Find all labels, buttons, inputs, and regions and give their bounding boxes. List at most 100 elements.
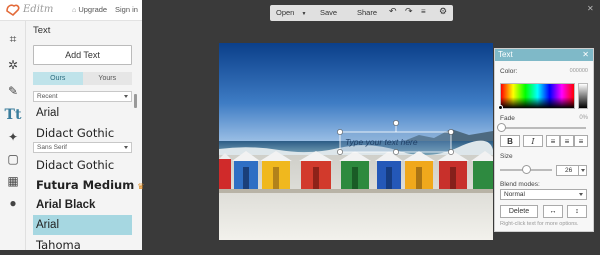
category-font-select[interactable]: Sans Serif <box>33 142 132 153</box>
seasonal-icon: ● <box>9 196 17 210</box>
recent-font-select[interactable]: Recent <box>33 91 132 102</box>
font-option[interactable]: Arial <box>33 103 132 123</box>
text-icon: Tt <box>4 107 22 123</box>
color-spectrum[interactable] <box>500 83 575 109</box>
font-option-label: Arial <box>36 219 60 231</box>
upgrade-label: Upgrade <box>78 5 108 14</box>
frames-icon: ▢ <box>7 152 19 166</box>
tab-ours[interactable]: Ours <box>33 72 83 85</box>
properties-title: Text <box>498 50 513 59</box>
layers-icon[interactable]: ≡ <box>421 7 426 16</box>
align-center-icon: ≡ <box>564 136 570 146</box>
text-tool-button[interactable]: Tt <box>2 105 24 125</box>
size-select[interactable]: 26 <box>556 165 587 176</box>
close-icon[interactable]: ✕ <box>582 49 589 61</box>
italic-button[interactable]: I <box>523 135 543 147</box>
chevron-down-icon <box>124 95 128 98</box>
size-label: Size <box>500 153 513 160</box>
touch-up-icon: ✎ <box>7 84 19 98</box>
brightness-strip[interactable] <box>578 83 588 109</box>
crop-tool-button[interactable]: ⌗ <box>2 29 24 49</box>
chevron-down-icon <box>124 146 128 149</box>
upgrade-link[interactable]: ⌂ Upgrade <box>72 5 107 14</box>
chevron-down-icon <box>578 166 586 175</box>
frames-tool-button[interactable]: ▢ <box>2 149 24 169</box>
logo-icon <box>6 4 20 17</box>
color-value[interactable]: 000000 <box>570 68 588 74</box>
align-left-icon: ≡ <box>550 136 556 146</box>
color-label: Color: <box>500 68 518 75</box>
fade-label: Fade <box>500 115 515 122</box>
panel-title: Text <box>33 25 51 36</box>
align-right-button[interactable]: ≡ <box>574 135 588 147</box>
crop-icon: ⌗ <box>9 31 17 46</box>
effects-tool-button[interactable]: ✲ <box>2 55 24 75</box>
size-value: 26 <box>565 167 573 174</box>
effects-icon: ✲ <box>7 58 19 72</box>
font-option[interactable]: Didact Gothic <box>33 123 132 143</box>
open-button[interactable]: Open ▼ <box>276 8 306 17</box>
add-text-button[interactable]: Add Text <box>33 45 132 65</box>
font-list-scrollbar[interactable] <box>134 94 137 108</box>
redo-icon[interactable]: ↷ <box>405 6 413 17</box>
overlays-tool-button[interactable]: ✦ <box>2 127 24 147</box>
textures-icon: ▦ <box>7 174 19 188</box>
properties-header: Text ✕ <box>495 49 593 61</box>
color-picker-handle[interactable] <box>498 105 503 110</box>
chevron-down-icon <box>579 193 583 196</box>
bold-button[interactable]: B <box>500 135 520 147</box>
recent-font-select-label: Recent <box>37 93 58 100</box>
text-properties-panel: Text ✕ Color: 000000 Fade 0% B I ≡ ≡ ≡ S… <box>494 48 594 232</box>
blend-mode-value: Normal <box>504 191 525 198</box>
font-option-label: Didact Gothic <box>36 126 115 140</box>
undo-icon[interactable]: ↶ <box>389 6 397 17</box>
gear-icon[interactable]: ⚙ <box>439 6 447 17</box>
sign-in-link[interactable]: Sign in <box>115 5 138 14</box>
tab-yours[interactable]: Yours <box>82 72 132 85</box>
size-slider-handle[interactable] <box>522 165 531 174</box>
brand-name: Editm <box>23 4 54 15</box>
brand-bar: Editm ⌂ Upgrade Sign in <box>0 0 142 21</box>
font-option-label: Arial <box>36 107 60 119</box>
touch-up-tool-button[interactable]: ✎ <box>2 81 24 101</box>
textures-tool-button[interactable]: ▦ <box>2 171 24 191</box>
flip-horizontal-button[interactable]: ↔ <box>543 205 563 218</box>
font-option-label: Futura Medium <box>36 178 135 192</box>
overlays-icon: ✦ <box>7 130 19 144</box>
tool-rail: ⌗ ✲ ✎ Tt ✦ ▢ ▦ ● <box>0 21 26 250</box>
flip-vertical-icon: ↕ <box>575 208 579 215</box>
font-option[interactable]: Arial Black <box>33 195 132 215</box>
left-sidebar: Editm ⌂ Upgrade Sign in ⌗ ✲ ✎ Tt ✦ ▢ ▦ ● Text A… <box>0 0 144 252</box>
align-center-button[interactable]: ≡ <box>560 135 574 147</box>
chevron-down-icon: ▼ <box>301 11 307 17</box>
photo-canvas[interactable]: Type your text here <box>219 43 493 240</box>
align-left-button[interactable]: ≡ <box>546 135 560 147</box>
open-label: Open <box>276 8 295 17</box>
canvas-text-placeholder[interactable]: Type your text here <box>345 137 418 147</box>
fade-slider-handle[interactable] <box>497 123 506 132</box>
beach-photo: Type your text here <box>219 43 493 240</box>
blend-mode-select[interactable]: Normal <box>500 189 587 200</box>
font-option-label: Arial Black <box>36 199 96 211</box>
font-option-label: Didact Gothic <box>36 158 115 172</box>
font-option[interactable]: Tahoma <box>33 235 132 255</box>
share-button[interactable]: Share <box>357 8 377 17</box>
close-icon[interactable]: ✕ <box>587 4 594 13</box>
fade-slider[interactable] <box>500 127 586 129</box>
align-right-icon: ≡ <box>578 136 584 146</box>
font-option[interactable]: Arial <box>33 215 132 235</box>
font-source-tabs: Ours Yours <box>33 72 132 85</box>
flip-vertical-button[interactable]: ↕ <box>567 205 587 218</box>
font-option[interactable]: Futura Medium ♛ <box>33 175 144 195</box>
delete-text-button[interactable]: Delete <box>500 205 538 218</box>
flip-horizontal-icon: ↔ <box>549 208 557 215</box>
home-icon: ⌂ <box>72 7 77 14</box>
font-option[interactable]: Didact Gothic <box>33 155 132 175</box>
seasonal-tool-button[interactable]: ● <box>2 193 24 213</box>
text-panel: Text Add Text Ours Yours Recent Arial Dida… <box>26 21 144 252</box>
save-button[interactable]: Save <box>320 8 337 17</box>
blend-label: Blend modes: <box>500 181 540 188</box>
crown-icon: ♛ <box>137 182 145 191</box>
hint-text: Right-click text for more options. <box>500 221 579 227</box>
category-font-select-label: Sans Serif <box>37 144 67 151</box>
